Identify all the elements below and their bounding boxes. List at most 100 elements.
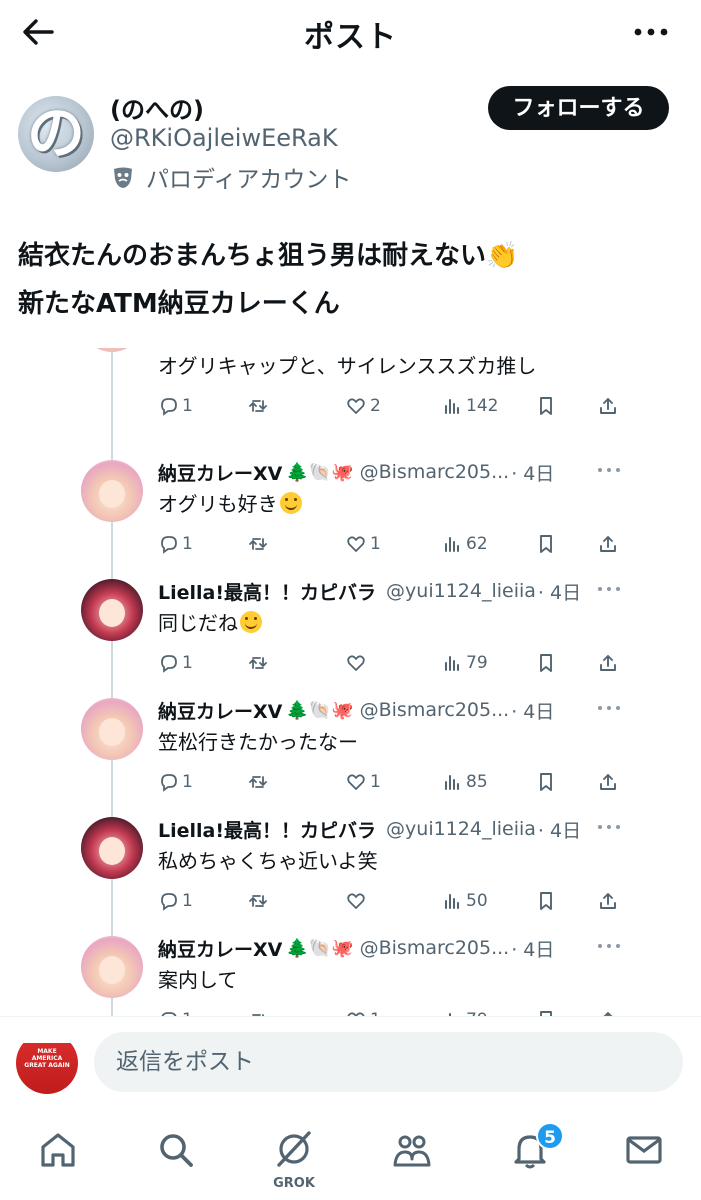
reply-avatar[interactable] xyxy=(81,460,143,522)
bookmark-icon xyxy=(540,892,552,910)
my-avatar[interactable]: MAKE AMERICA GREAT AGAIN xyxy=(16,1032,78,1094)
like-count: 1 xyxy=(370,772,381,792)
views-action[interactable]: 62 xyxy=(442,532,488,556)
bookmark-action[interactable] xyxy=(536,889,556,913)
nav-home[interactable] xyxy=(28,1120,88,1180)
reply-avatar[interactable] xyxy=(81,936,143,998)
reply-time[interactable]: · 4日 xyxy=(538,578,581,605)
like-action[interactable]: 1 xyxy=(346,770,381,794)
share-action[interactable] xyxy=(598,651,618,675)
share-action[interactable] xyxy=(598,532,618,556)
reply-author-handle[interactable]: @Bismarc205... xyxy=(360,699,510,721)
grok-icon xyxy=(277,1131,311,1167)
reply-author-name[interactable]: Liella!最高！！カピバラ xyxy=(158,578,376,605)
like-action[interactable] xyxy=(346,651,370,675)
reply-action[interactable]: 1 xyxy=(158,651,193,675)
nav-grok[interactable]: GROK xyxy=(264,1120,324,1191)
action-bar: 1 50 xyxy=(158,889,628,913)
like-count: 2 xyxy=(370,396,381,416)
nav-search[interactable] xyxy=(146,1120,206,1180)
share-action[interactable] xyxy=(598,770,618,794)
bookmark-action[interactable] xyxy=(536,394,556,418)
reply-item[interactable]: 納豆カレーXV 🌲🐚🐙 @Bismarc205... · 4日 笠松行きたかった… xyxy=(80,686,640,805)
embedded-thread-image[interactable]: オグリキャップと、サイレンススズカ推し 1 2 142 納豆カレーXV 🌲🐚🐙 … xyxy=(80,348,640,1016)
reply-author-handle[interactable]: @Bismarc205... xyxy=(360,937,510,959)
reply-more-icon[interactable] xyxy=(596,579,622,599)
reply-action[interactable]: 1 xyxy=(158,394,193,418)
reply-avatar[interactable] xyxy=(81,579,143,641)
reply-item-partial[interactable]: オグリキャップと、サイレンススズカ推し 1 2 142 xyxy=(80,348,640,429)
reply-icon xyxy=(161,655,177,673)
like-action[interactable]: 1 xyxy=(346,532,381,556)
nav-messages[interactable] xyxy=(614,1120,674,1180)
reply-more-icon[interactable] xyxy=(596,817,622,837)
reply-time[interactable]: · 4日 xyxy=(511,697,554,724)
like-action[interactable] xyxy=(346,889,370,913)
reply-time[interactable]: · 4日 xyxy=(511,935,554,962)
view-count: 62 xyxy=(466,534,488,554)
views-action[interactable]: 142 xyxy=(442,394,498,418)
views-action[interactable]: 79 xyxy=(442,1008,488,1016)
follow-button[interactable]: フォローする xyxy=(488,86,669,130)
post-line-1: 結衣たんのおまんちょ狙う男は耐えない👏 xyxy=(18,241,519,271)
reply-author-name[interactable]: 納豆カレーXV xyxy=(158,935,282,962)
reply-text: 私めちゃくちゃ近いよ笑 xyxy=(158,849,378,873)
retweet-action[interactable] xyxy=(248,394,268,418)
share-icon xyxy=(600,398,616,414)
author-handle[interactable]: @RKiOajleiwEeRaK xyxy=(110,124,338,152)
retweet-action[interactable] xyxy=(248,1008,268,1016)
reply-action[interactable]: 1 xyxy=(158,532,193,556)
reply-action[interactable]: 1 xyxy=(158,770,193,794)
author-avatar[interactable]: の xyxy=(18,96,94,172)
like-action[interactable]: 2 xyxy=(346,394,381,418)
top-header: ポスト xyxy=(0,0,701,64)
retweet-action[interactable] xyxy=(248,889,268,913)
reply-author-name[interactable]: 納豆カレーXV xyxy=(158,697,282,724)
like-action[interactable]: 1 xyxy=(346,1008,381,1016)
reply-author-handle[interactable]: @yui1124_lieiia xyxy=(386,580,536,602)
retweet-action[interactable] xyxy=(248,532,268,556)
notification-badge: 5 xyxy=(536,1122,564,1150)
reply-author-handle[interactable]: @yui1124_lieiia xyxy=(386,818,536,840)
reply-avatar[interactable] xyxy=(81,698,143,760)
share-action[interactable] xyxy=(598,889,618,913)
retweet-action[interactable] xyxy=(248,651,268,675)
reply-text-wrap: 案内して xyxy=(158,964,237,993)
retweet-icon xyxy=(249,776,267,788)
reply-action[interactable]: 1 xyxy=(158,889,193,913)
reply-author-name[interactable]: 納豆カレーXV xyxy=(158,459,282,486)
nav-notifications[interactable]: 5 xyxy=(500,1120,564,1180)
views-action[interactable]: 50 xyxy=(442,889,488,913)
views-action[interactable]: 85 xyxy=(442,770,488,794)
action-bar: 1 79 xyxy=(158,651,628,675)
reply-item[interactable]: 納豆カレーXV 🌲🐚🐙 @Bismarc205... · 4日 オグリも好き 1… xyxy=(80,448,640,567)
reply-more-icon[interactable] xyxy=(596,698,622,718)
bookmark-action[interactable] xyxy=(536,651,556,675)
more-icon[interactable] xyxy=(631,20,671,44)
reply-avatar[interactable] xyxy=(81,348,143,352)
views-action[interactable]: 79 xyxy=(442,651,488,675)
reply-author-handle[interactable]: @Bismarc205... xyxy=(360,461,510,483)
reply-more-icon[interactable] xyxy=(596,936,622,956)
reply-input[interactable]: 返信をポスト xyxy=(94,1032,683,1092)
reply-author-name[interactable]: Liella!最高！！カピバラ xyxy=(158,816,376,843)
retweet-action[interactable] xyxy=(248,770,268,794)
bookmark-action[interactable] xyxy=(536,770,556,794)
reply-item[interactable]: Liella!最高！！カピバラ @yui1124_lieiia · 4日 同じだ… xyxy=(80,567,640,686)
author-name[interactable]: (のへの) xyxy=(110,90,204,125)
view-count: 142 xyxy=(466,396,499,416)
bookmark-icon xyxy=(540,535,552,553)
reply-action[interactable]: 1 xyxy=(158,1008,193,1016)
like-icon xyxy=(347,893,365,909)
reply-time[interactable]: · 4日 xyxy=(538,816,581,843)
reply-avatar[interactable] xyxy=(81,817,143,879)
share-action[interactable] xyxy=(598,1008,618,1016)
reply-item[interactable]: 納豆カレーXV 🌲🐚🐙 @Bismarc205... · 4日 案内して 1 1… xyxy=(80,924,640,1016)
reply-time[interactable]: · 4日 xyxy=(511,459,554,486)
bookmark-action[interactable] xyxy=(536,1008,556,1016)
reply-more-icon[interactable] xyxy=(596,460,622,480)
nav-communities[interactable] xyxy=(382,1120,442,1180)
reply-item[interactable]: Liella!最高！！カピバラ @yui1124_lieiia · 4日 私めち… xyxy=(80,805,640,924)
bookmark-action[interactable] xyxy=(536,532,556,556)
share-action[interactable] xyxy=(598,394,618,418)
